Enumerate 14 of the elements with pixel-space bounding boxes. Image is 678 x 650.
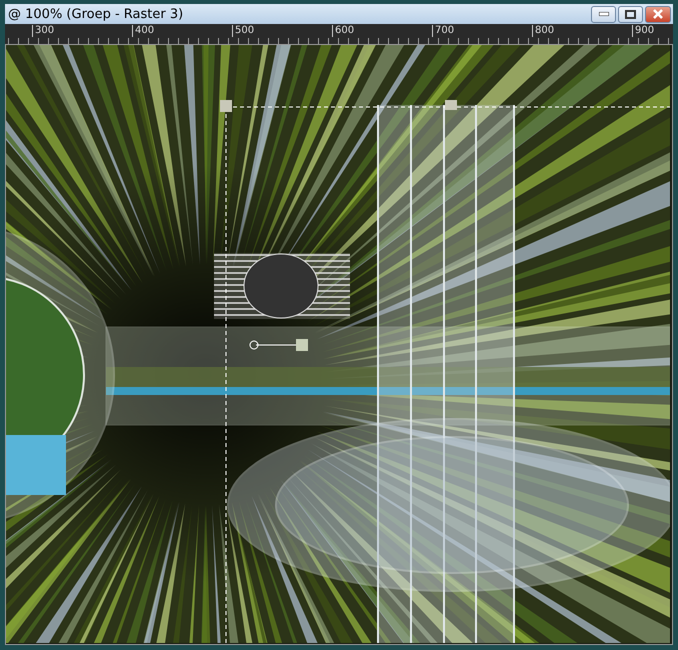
ruler-label: 700 [432,25,454,37]
ruler-label: 600 [332,25,354,37]
ruler-label: 500 [232,25,254,37]
maximize-button[interactable] [618,6,643,22]
ruler-label: 800 [532,25,554,37]
ruler-label: 400 [132,25,154,37]
window-title: @ 100% (Groep - Raster 3) [8,6,184,22]
ruler-label: 900 [632,25,654,37]
close-button[interactable] [645,6,671,22]
minimize-button[interactable] [591,6,616,22]
ruler-label: 300 [32,25,54,37]
minimize-icon [598,12,608,16]
close-icon [653,9,663,19]
maximize-icon [625,10,636,18]
